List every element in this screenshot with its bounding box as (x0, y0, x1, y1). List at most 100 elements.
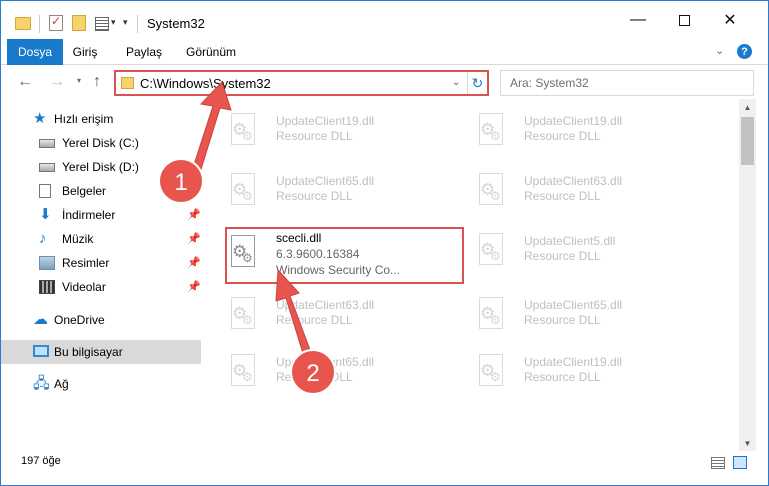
item-count: 197 öğe (21, 455, 61, 467)
details-view-icon[interactable] (711, 457, 725, 469)
drive-icon (39, 163, 55, 172)
sidebar-item-this-pc[interactable]: Bu bilgisayar (1, 340, 201, 364)
file-tile[interactable]: ⚙ ⚙ UpdateClient19.dll Resource DLL (454, 344, 689, 394)
onedrive-icon: ☁ (33, 311, 48, 328)
explorer-window: ▾ ▾ System32 — ✕ Dosya Giriş Paylaş Görü… (0, 0, 769, 486)
search-placeholder: Ara: System32 (510, 76, 589, 90)
sidebar-item-local-disk-d[interactable]: Yerel Disk (D:) (1, 155, 201, 179)
tab-share[interactable]: Paylaş (121, 39, 167, 65)
vertical-scrollbar[interactable]: ▲ ▼ (739, 99, 756, 451)
refresh-icon[interactable]: ↻ (467, 72, 487, 94)
scroll-down-icon[interactable]: ▼ (739, 435, 756, 451)
sidebar-item-local-disk-c[interactable]: Yerel Disk (C:) (1, 131, 201, 155)
dll-file-icon: ⚙ ⚙ (229, 113, 259, 147)
address-dropdown-icon[interactable]: ⌄ (452, 77, 460, 88)
window-title: System32 (147, 16, 205, 31)
sidebar-item-quick-access[interactable]: ★ Hızlı erişim (1, 107, 201, 131)
file-type: Resource DLL (276, 313, 353, 327)
file-tile[interactable]: ⚙ ⚙ UpdateClient65.dll Resource DLL (206, 163, 441, 213)
sidebar-item-label: İndirmeler (62, 208, 116, 222)
minimize-button[interactable]: — (615, 1, 661, 39)
close-button[interactable]: ✕ (707, 1, 753, 39)
title-bar: ▾ ▾ System32 — ✕ (1, 1, 768, 39)
file-tile[interactable]: ⚙ ⚙ UpdateClient65.dll Resource DLL (206, 344, 441, 394)
file-type: Resource DLL (276, 189, 353, 203)
sidebar-item-network[interactable]: 🖧 Ağ (1, 372, 201, 396)
file-tile[interactable]: ⚙ ⚙ UpdateClient63.dll Resource DLL (454, 163, 689, 213)
tiles-view-icon[interactable] (733, 456, 747, 469)
address-bar[interactable]: C:\Windows\System32 ⌄ ↻ (114, 70, 489, 96)
folder-icon (15, 17, 31, 30)
file-type: Resource DLL (524, 129, 601, 143)
file-name: UpdateClient65.dll (276, 174, 375, 188)
sidebar-item-label: Bu bilgisayar (54, 345, 123, 359)
sidebar-item-onedrive[interactable]: ☁ OneDrive (1, 308, 201, 332)
document-icon (39, 184, 51, 198)
file-tile[interactable]: ⚙ ⚙ UpdateClient65.dll Resource DLL (454, 287, 689, 337)
file-type: Resource DLL (524, 313, 601, 327)
tab-file[interactable]: Dosya (7, 39, 63, 65)
file-tile[interactable]: ⚙ ⚙ UpdateClient19.dll Resource DLL (454, 103, 689, 153)
sidebar-item-label: Yerel Disk (C:) (62, 136, 139, 150)
tab-home[interactable]: Giriş (65, 39, 105, 65)
tab-view[interactable]: Görünüm (179, 39, 243, 65)
view-dropdown-icon[interactable]: ▾ (111, 17, 116, 28)
file-type: Resource DLL (524, 249, 601, 263)
expand-ribbon-icon[interactable]: ⌄ (715, 44, 724, 57)
address-path[interactable]: C:\Windows\System32 (140, 76, 271, 91)
file-name: UpdateClient19.dll (524, 114, 623, 128)
pin-icon[interactable]: 📌 (187, 232, 201, 245)
up-arrow-icon[interactable]: ↑ (93, 73, 101, 91)
file-name: UpdateClient65.dll (524, 298, 623, 312)
sidebar-item-label: Hızlı erişim (54, 112, 114, 126)
sidebar-item-label: Videolar (62, 280, 106, 294)
back-arrow-icon[interactable]: ← (17, 73, 33, 91)
file-name: UpdateClient65.dll (276, 355, 375, 369)
sidebar-item-videos[interactable]: Videolar 📌 (1, 275, 201, 299)
sidebar-item-documents[interactable]: Belgeler (1, 179, 201, 203)
recent-locations-icon[interactable]: ▾ (77, 76, 81, 85)
forward-arrow-icon[interactable]: → (49, 73, 65, 91)
drive-icon (39, 139, 55, 148)
sidebar-item-label: Belgeler (62, 184, 107, 198)
pin-icon[interactable]: 📌 (187, 208, 201, 221)
file-tile[interactable]: ⚙ ⚙ UpdateClient19.dll Resource DLL (206, 103, 441, 153)
view-icon[interactable] (95, 17, 109, 31)
file-tile[interactable]: ⚙ ⚙ UpdateClient5.dll Resource DLL (454, 223, 689, 273)
pin-icon[interactable]: 📌 (187, 256, 201, 269)
sidebar-item-pictures[interactable]: Resimler 📌 (1, 251, 201, 275)
sidebar-item-label: Yerel Disk (D:) (62, 160, 139, 174)
network-icon: 🖧 (33, 375, 50, 392)
new-folder-icon[interactable] (72, 15, 86, 31)
file-tile[interactable]: ⚙ ⚙ UpdateClient63.dll Resource DLL (206, 287, 441, 337)
search-box[interactable]: Ara: System32 (500, 70, 754, 96)
navigation-pane: ★ Hızlı erişim Yerel Disk (C:) Yerel Dis… (1, 101, 206, 451)
sidebar-item-label: Ağ (54, 377, 69, 391)
ribbon-tabs: Dosya Giriş Paylaş Görünüm ⌄ ? (1, 39, 768, 65)
scroll-up-icon[interactable]: ▲ (739, 99, 756, 115)
sidebar-item-music[interactable]: ♪ Müzik 📌 (1, 227, 201, 251)
folder-icon (121, 77, 134, 89)
dll-file-icon: ⚙ ⚙ (477, 113, 507, 147)
sidebar-item-label: Resimler (62, 256, 110, 270)
dll-file-icon: ⚙ ⚙ (229, 354, 259, 388)
properties-icon[interactable] (49, 14, 63, 31)
title-separator (137, 15, 138, 33)
highlight-box (225, 227, 464, 284)
dll-file-icon: ⚙ ⚙ (229, 297, 259, 331)
file-name: UpdateClient5.dll (524, 234, 616, 248)
maximize-button[interactable] (661, 1, 707, 39)
dll-file-icon: ⚙ ⚙ (477, 173, 507, 207)
dll-file-icon: ⚙ ⚙ (229, 173, 259, 207)
help-icon[interactable]: ? (737, 44, 752, 59)
pin-icon[interactable]: 📌 (187, 280, 201, 293)
customize-toolbar-icon[interactable]: ▾ (123, 17, 128, 28)
video-icon (39, 280, 55, 294)
toolbar-separator (39, 15, 40, 33)
file-type: Resource DLL (276, 370, 353, 384)
star-icon: ★ (33, 110, 47, 127)
computer-icon (33, 345, 49, 357)
sidebar-item-downloads[interactable]: ⬇ İndirmeler 📌 (1, 203, 201, 227)
pictures-icon (39, 256, 55, 270)
scroll-thumb[interactable] (741, 117, 754, 165)
